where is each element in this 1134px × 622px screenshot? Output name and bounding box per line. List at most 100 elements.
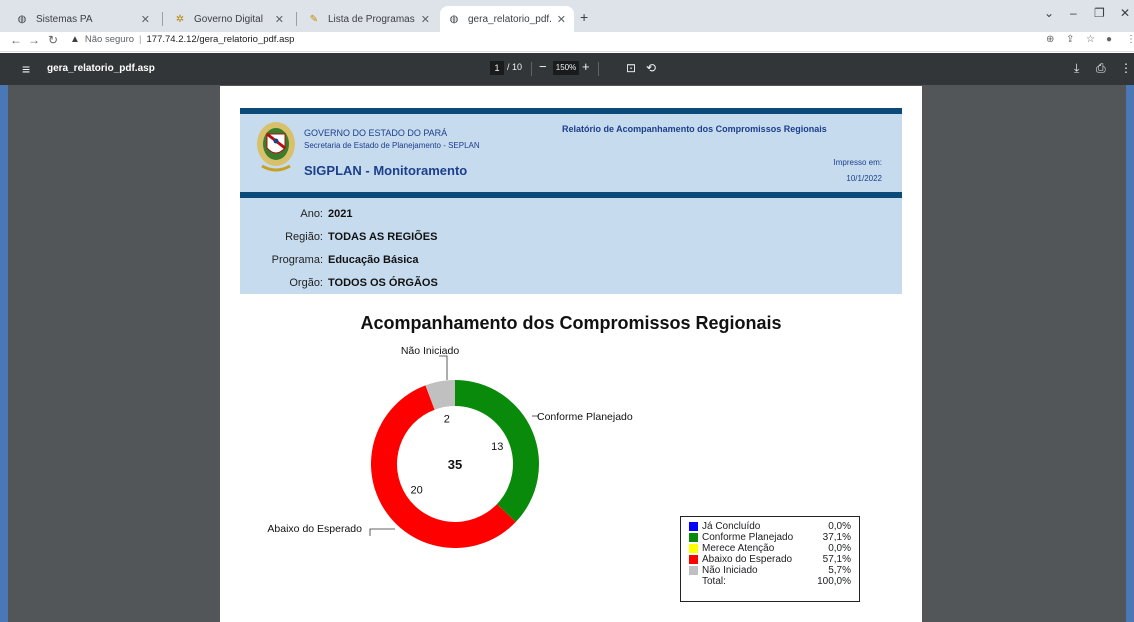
globe-icon: ◍ [449, 13, 459, 25]
profile-icon[interactable]: ● [1106, 34, 1112, 45]
close-tab-icon[interactable]: ✕ [421, 13, 430, 26]
legend-swatch [689, 566, 698, 575]
param-value: 2021 [328, 208, 353, 220]
share-icon[interactable]: ⇪ [1066, 34, 1074, 45]
legend-item-percent: 37,1% [822, 532, 851, 543]
system-name: SIGPLAN - Monitoramento [304, 163, 468, 178]
back-arrow-icon[interactable]: ← [10, 33, 22, 47]
globe-icon: ◍ [17, 13, 27, 25]
legend-item-label: Já Concluído [702, 521, 761, 532]
bookmark-star-icon[interactable]: ☆ [1086, 34, 1095, 45]
legend-swatch [689, 522, 698, 531]
param-label: Região: [285, 231, 323, 243]
close-window-button[interactable]: ✕ [1120, 6, 1130, 20]
close-tab-icon[interactable]: ✕ [557, 13, 566, 26]
pdf-toolbar: ≡ gera_relatorio_pdf.asp 1 / 10 − 150% +… [0, 53, 1134, 85]
address-toolbar: ← → ↻ ▲ Não seguro | 177.74.2.12/gera_re… [0, 32, 1134, 52]
toolbar-divider [531, 62, 532, 76]
toolbar-divider [598, 62, 599, 76]
param-label: Ano: [300, 208, 323, 220]
legend-swatch [689, 533, 698, 542]
rotate-icon[interactable]: ⟲ [646, 61, 656, 75]
legend-swatch [689, 555, 698, 564]
leader-line [369, 528, 395, 536]
download-icon[interactable]: ⤓ [1074, 61, 1079, 76]
tab-search-icon[interactable]: ⌄ [1044, 6, 1054, 20]
donut-total: 35 [448, 457, 462, 472]
param-row-ano: Ano: 2021 [240, 208, 902, 224]
url-text[interactable]: 177.74.2.12/gera_relatorio_pdf.asp [147, 34, 295, 45]
para-state-crest-icon [257, 122, 295, 172]
print-icon[interactable]: ⎙ [1096, 61, 1106, 76]
slice-category-label: Abaixo do Esperado [267, 523, 362, 535]
zoom-icon[interactable]: ⊕ [1046, 34, 1054, 45]
tab-strip: ◍ Sistemas PA ✕ ✲ Governo Digital ✕ ✎ Li… [0, 0, 1134, 32]
legend-item: Conforme Planejado 37,1% [689, 532, 851, 543]
param-value: TODAS AS REGIÕES [328, 231, 438, 243]
legend-total-value: 100,0% [817, 576, 851, 587]
tab-governo-digital[interactable]: ✲ Governo Digital ✕ [166, 6, 292, 32]
legend-item-label: Não Iniciado [702, 565, 758, 576]
zoom-level-input[interactable]: 150% [553, 61, 579, 75]
slice-category-label: Não Iniciado [401, 345, 460, 357]
tab-label: Sistemas PA [36, 13, 93, 25]
menu-dots-icon[interactable]: ⋮ [1126, 34, 1134, 45]
param-row-programa: Programa: Educação Básica [240, 254, 902, 270]
forward-arrow-icon[interactable]: → [28, 33, 40, 47]
hamburger-menu-icon[interactable]: ≡ [22, 61, 30, 77]
close-tab-icon[interactable]: ✕ [275, 13, 284, 26]
legend-item: Abaixo do Esperado 57,1% [689, 554, 851, 565]
tab-label: Lista de Programas [328, 13, 415, 25]
slice-value-label: 13 [491, 441, 503, 453]
lista-icon: ✎ [309, 13, 319, 25]
legend-total-label: Total: [702, 576, 726, 587]
legend-item-percent: 5,7% [828, 565, 851, 576]
printed-date: 10/1/2022 [846, 174, 882, 183]
legend-item: Não Iniciado 5,7% [689, 565, 851, 576]
reload-icon[interactable]: ↻ [48, 33, 58, 47]
zoom-in-button[interactable]: + [582, 59, 590, 74]
slice-category-label: Conforme Planejado [537, 411, 633, 423]
secretariat-name: Secretaria de Estado de Planejamento - S… [304, 141, 480, 150]
param-value: Educação Básica [328, 254, 419, 266]
page-number-input[interactable]: 1 [490, 61, 504, 75]
governo-icon: ✲ [175, 13, 185, 25]
report-header: GOVERNO DO ESTADO DO PARÁ Secretaria de … [240, 114, 902, 192]
pdf-page: GOVERNO DO ESTADO DO PARÁ Secretaria de … [220, 86, 922, 622]
param-row-regiao: Região: TODAS AS REGIÕES [240, 231, 902, 247]
warning-icon[interactable]: ▲ [70, 34, 80, 45]
legend-item-label: Merece Atenção [702, 543, 775, 554]
new-tab-button[interactable]: + [580, 9, 588, 25]
legend-item-percent: 0,0% [828, 543, 851, 554]
restore-button[interactable]: ❐ [1094, 6, 1105, 20]
tab-sistemas-pa[interactable]: ◍ Sistemas PA ✕ [8, 6, 158, 32]
legend-item-label: Conforme Planejado [702, 532, 794, 543]
legend-item-percent: 0,0% [828, 521, 851, 532]
page-total: / 10 [507, 62, 523, 72]
legend-item-percent: 57,1% [822, 554, 851, 565]
legend-swatch [689, 544, 698, 553]
legend-item: Merece Atenção 0,0% [689, 543, 851, 554]
tab-lista-programas[interactable]: ✎ Lista de Programas ✕ [300, 6, 438, 32]
tab-divider [296, 12, 297, 26]
leader-line [439, 355, 448, 380]
zoom-out-button[interactable]: − [539, 59, 547, 74]
tab-divider [162, 12, 163, 26]
slice-value-label: 2 [444, 414, 450, 426]
tab-gera-relatorio[interactable]: ◍ gera_relatorio_pdf.asp ✕ [440, 6, 574, 32]
param-label: Programa: [271, 254, 323, 266]
param-row-orgao: Orgão: TODOS OS ÓRGÃOS [240, 277, 902, 293]
more-options-icon[interactable]: ⋮ [1120, 61, 1132, 75]
minimize-button[interactable]: – [1070, 6, 1077, 20]
param-label: Orgão: [289, 277, 323, 289]
legend-item: Já Concluído 0,0% [689, 521, 851, 532]
tab-label: gera_relatorio_pdf.asp [468, 13, 551, 25]
chart-legend: Já Concluído 0,0% Conforme Planejado 37,1% M… [680, 516, 860, 602]
chart-title: Acompanhamento dos Compromissos Regionai… [360, 313, 782, 333]
param-value: TODOS OS ÓRGÃOS [328, 277, 438, 289]
omnibox[interactable]: ▲ Não seguro | 177.74.2.12/gera_relatori… [70, 34, 294, 45]
close-tab-icon[interactable]: ✕ [141, 13, 150, 26]
tab-label: Governo Digital [194, 13, 263, 25]
fit-page-icon[interactable]: ⊡ [626, 61, 636, 75]
report-parameters: Ano: 2021 Região: TODAS AS REGIÕES Progr… [240, 198, 902, 294]
